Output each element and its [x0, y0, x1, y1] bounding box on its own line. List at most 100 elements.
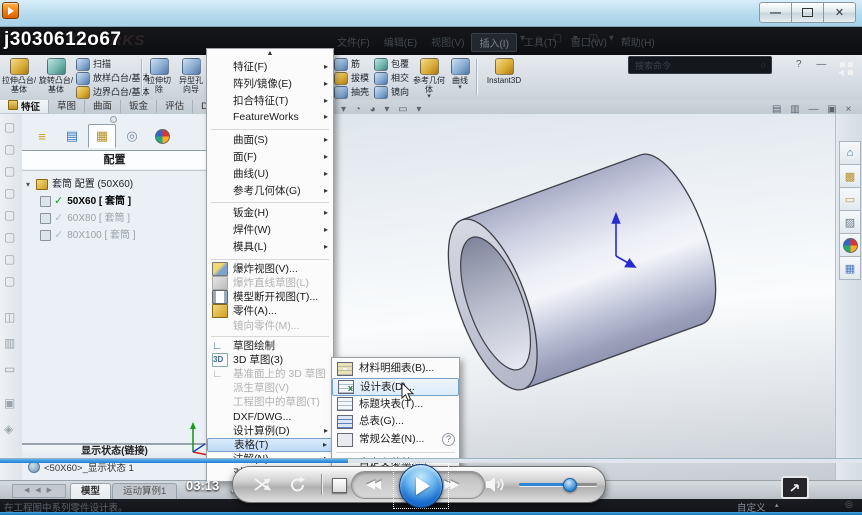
menu-item-tables[interactable]: 表格(T)▸	[207, 438, 333, 452]
display-manager-tab[interactable]	[148, 124, 176, 148]
player-title-bar[interactable]	[0, 0, 862, 27]
menu-item-surface[interactable]: 曲面(S)▸	[207, 132, 333, 149]
recorder-grid-icon[interactable]	[838, 62, 856, 76]
submenu-item-title-block-table[interactable]: 标题块表(T)...	[332, 396, 459, 414]
menu-item-pattern-mirror[interactable]: 阵列/镜像(E)▸	[207, 76, 333, 93]
view-cube-icon[interactable]: ▢	[4, 252, 15, 266]
menu-item-exploded-view[interactable]: 爆炸视图(V)...	[207, 262, 333, 276]
quick-access-icons[interactable]: ▾ ⌂ ▢ ▾ ◫ ▾	[520, 33, 618, 44]
view-cube-icon[interactable]: ▢	[4, 186, 15, 200]
configuration-manager-tab[interactable]: ▦	[88, 124, 116, 148]
play-button[interactable]	[399, 464, 443, 508]
view-cube-icon[interactable]: ▢	[4, 120, 15, 134]
reference-geometry-button[interactable]: 参考几何体 ▾	[412, 56, 446, 98]
config-row-60x80[interactable]: ✓ 60X80 [ 套筒 ]	[26, 210, 204, 227]
menu-insert[interactable]: 插入(I)	[471, 33, 516, 52]
config-row-80x100[interactable]: ✓ 80X100 [ 套筒 ]	[26, 227, 204, 244]
submenu-item-tolerance[interactable]: 常规公差(N)...?	[332, 431, 459, 449]
draft-button[interactable]: 拔模	[334, 71, 369, 85]
fullscreen-button[interactable]	[781, 476, 809, 499]
menu-help[interactable]: 帮助(H)	[614, 33, 662, 52]
menu-item-sheet-metal[interactable]: 钣金(H)▸	[207, 205, 333, 222]
panel-splitter-handle[interactable]	[110, 116, 117, 123]
view-cube-icon[interactable]: ▢	[4, 274, 15, 288]
help-icon[interactable]: ?	[442, 433, 455, 446]
menu-item-explode-line-sketch[interactable]: 爆炸直线草图(L)	[207, 276, 333, 290]
wrap-button[interactable]: 包覆	[374, 57, 409, 71]
rewind-button[interactable]: ◀◀	[366, 477, 378, 491]
search-icon[interactable]: ○	[761, 60, 771, 70]
menu-item-part[interactable]: 零件(A)...	[207, 304, 333, 318]
display-tool-icon[interactable]: ▥	[4, 336, 15, 350]
intersect-button[interactable]: 相交	[374, 71, 409, 85]
customize-arrow-icon[interactable]: ▴	[775, 501, 779, 509]
menu-item-face[interactable]: 面(F)▸	[207, 149, 333, 166]
menu-item-3d-sketch[interactable]: 3D3D 草图(3)	[207, 353, 333, 367]
instant3d-button[interactable]: Instant3D	[480, 56, 528, 98]
revolve-boss-button[interactable]: 旋转凸台/基体	[38, 56, 74, 98]
menu-file[interactable]: 文件(F)	[330, 33, 377, 52]
menu-item-mirror-part[interactable]: 镜向零件(M)...	[207, 319, 333, 333]
menu-item-reference-geometry[interactable]: 参考几何体(G)▸	[207, 183, 333, 200]
sweep-button[interactable]: 扫描	[76, 57, 150, 71]
layers-tool-icon[interactable]: ▣	[4, 396, 15, 410]
file-explorer-tab[interactable]: ▭	[839, 187, 861, 211]
extrude-boss-button[interactable]: 拉伸凸台/基体	[1, 56, 37, 98]
tab-scroll-buttons[interactable]: ◀ ◀ ▶	[12, 484, 66, 498]
shuffle-icon[interactable]	[253, 477, 275, 492]
maximize-button[interactable]	[792, 2, 824, 23]
submenu-item-bom[interactable]: 材料明细表(B)...	[332, 360, 459, 378]
repeat-icon[interactable]	[289, 476, 306, 493]
resources-tab[interactable]: ⌂	[839, 141, 861, 165]
stop-button[interactable]	[332, 478, 347, 493]
custom-properties-tab[interactable]: ▦	[839, 256, 861, 280]
menu-scroll-up-icon[interactable]: ▲	[207, 49, 333, 59]
menu-item-sketch[interactable]: ∟草图绘制	[207, 339, 333, 353]
config-row-50x60[interactable]: ✓ 50X60 [ 套筒 ]	[26, 193, 204, 210]
tab-evaluate[interactable]: 评估	[157, 100, 193, 113]
curves-button[interactable]: 曲线 ▾	[448, 56, 472, 98]
view-cube-icon[interactable]: ▢	[4, 164, 15, 178]
extrude-cut-button[interactable]: 拉伸切除	[144, 56, 174, 98]
motion-study-tab[interactable]: 运动算例1	[112, 483, 177, 500]
menu-view[interactable]: 视图(V)	[424, 33, 471, 52]
menu-item-model-break-view[interactable]: 模型断开视图(T)...	[207, 290, 333, 304]
design-library-tab[interactable]: ▩	[839, 164, 861, 188]
menu-item-derived-sketch[interactable]: 派生草图(V)	[207, 381, 333, 395]
appearances-tab[interactable]	[839, 233, 861, 257]
view-palette-tab[interactable]: ▨	[839, 210, 861, 234]
menu-edit[interactable]: 编辑(E)	[377, 33, 424, 52]
volume-thumb[interactable]	[563, 478, 577, 492]
close-button[interactable]: ✕	[824, 2, 856, 23]
menu-item-sketch-from-drawing[interactable]: 工程图中的草图(T)	[207, 395, 333, 409]
help-minimize-icons[interactable]: ? —	[796, 59, 832, 70]
menu-item-features[interactable]: 特征(F)▸	[207, 59, 333, 76]
hole-wizard-button[interactable]: 异型孔向导	[176, 56, 206, 98]
command-search-box[interactable]: 搜索命令 ○	[628, 56, 772, 74]
feature-manager-tab[interactable]: ≡	[28, 124, 56, 148]
camera-tool-icon[interactable]: ◈	[4, 422, 13, 436]
submenu-item-design-table[interactable]: 设计表(D)...	[332, 378, 459, 396]
tree-root-row[interactable]: ▾ 套筒 配置 (50X60)	[26, 176, 204, 193]
view-cube-icon[interactable]: ▢	[4, 142, 15, 156]
rib-button[interactable]: 筋	[334, 57, 369, 71]
menu-item-3d-sketch-on-plane[interactable]: ∟基准面上的 3D 草图	[207, 367, 333, 381]
view-cube-icon[interactable]: ▢	[4, 208, 15, 222]
monitor-tool-icon[interactable]: ▭	[4, 362, 15, 376]
tab-features[interactable]: 特征	[0, 100, 49, 113]
menu-item-dxf-dwg[interactable]: DXF/DWG...	[207, 410, 333, 424]
menu-item-fastening-feature[interactable]: 扣合特征(T)▸	[207, 93, 333, 110]
shell-button[interactable]: 抽壳	[334, 85, 369, 99]
dimxpert-manager-tab[interactable]: ◎	[118, 124, 146, 148]
menu-item-molds[interactable]: 模具(L)▸	[207, 239, 333, 256]
tab-sheet-metal[interactable]: 钣金	[121, 100, 157, 113]
minimize-button[interactable]: —	[759, 2, 792, 23]
menu-item-featureworks[interactable]: FeatureWorks▸	[207, 109, 333, 126]
property-manager-tab[interactable]: ▤	[58, 124, 86, 148]
view-cube-icon[interactable]: ▢	[4, 230, 15, 244]
mirror-button[interactable]: 镜向	[374, 85, 409, 99]
annotation-tool-icon[interactable]: ◫	[4, 310, 15, 324]
menu-item-weldments[interactable]: 焊件(W)▸	[207, 222, 333, 239]
menu-item-design-study[interactable]: 设计算例(D)▸	[207, 424, 333, 438]
menu-item-curve[interactable]: 曲线(U)▸	[207, 166, 333, 183]
